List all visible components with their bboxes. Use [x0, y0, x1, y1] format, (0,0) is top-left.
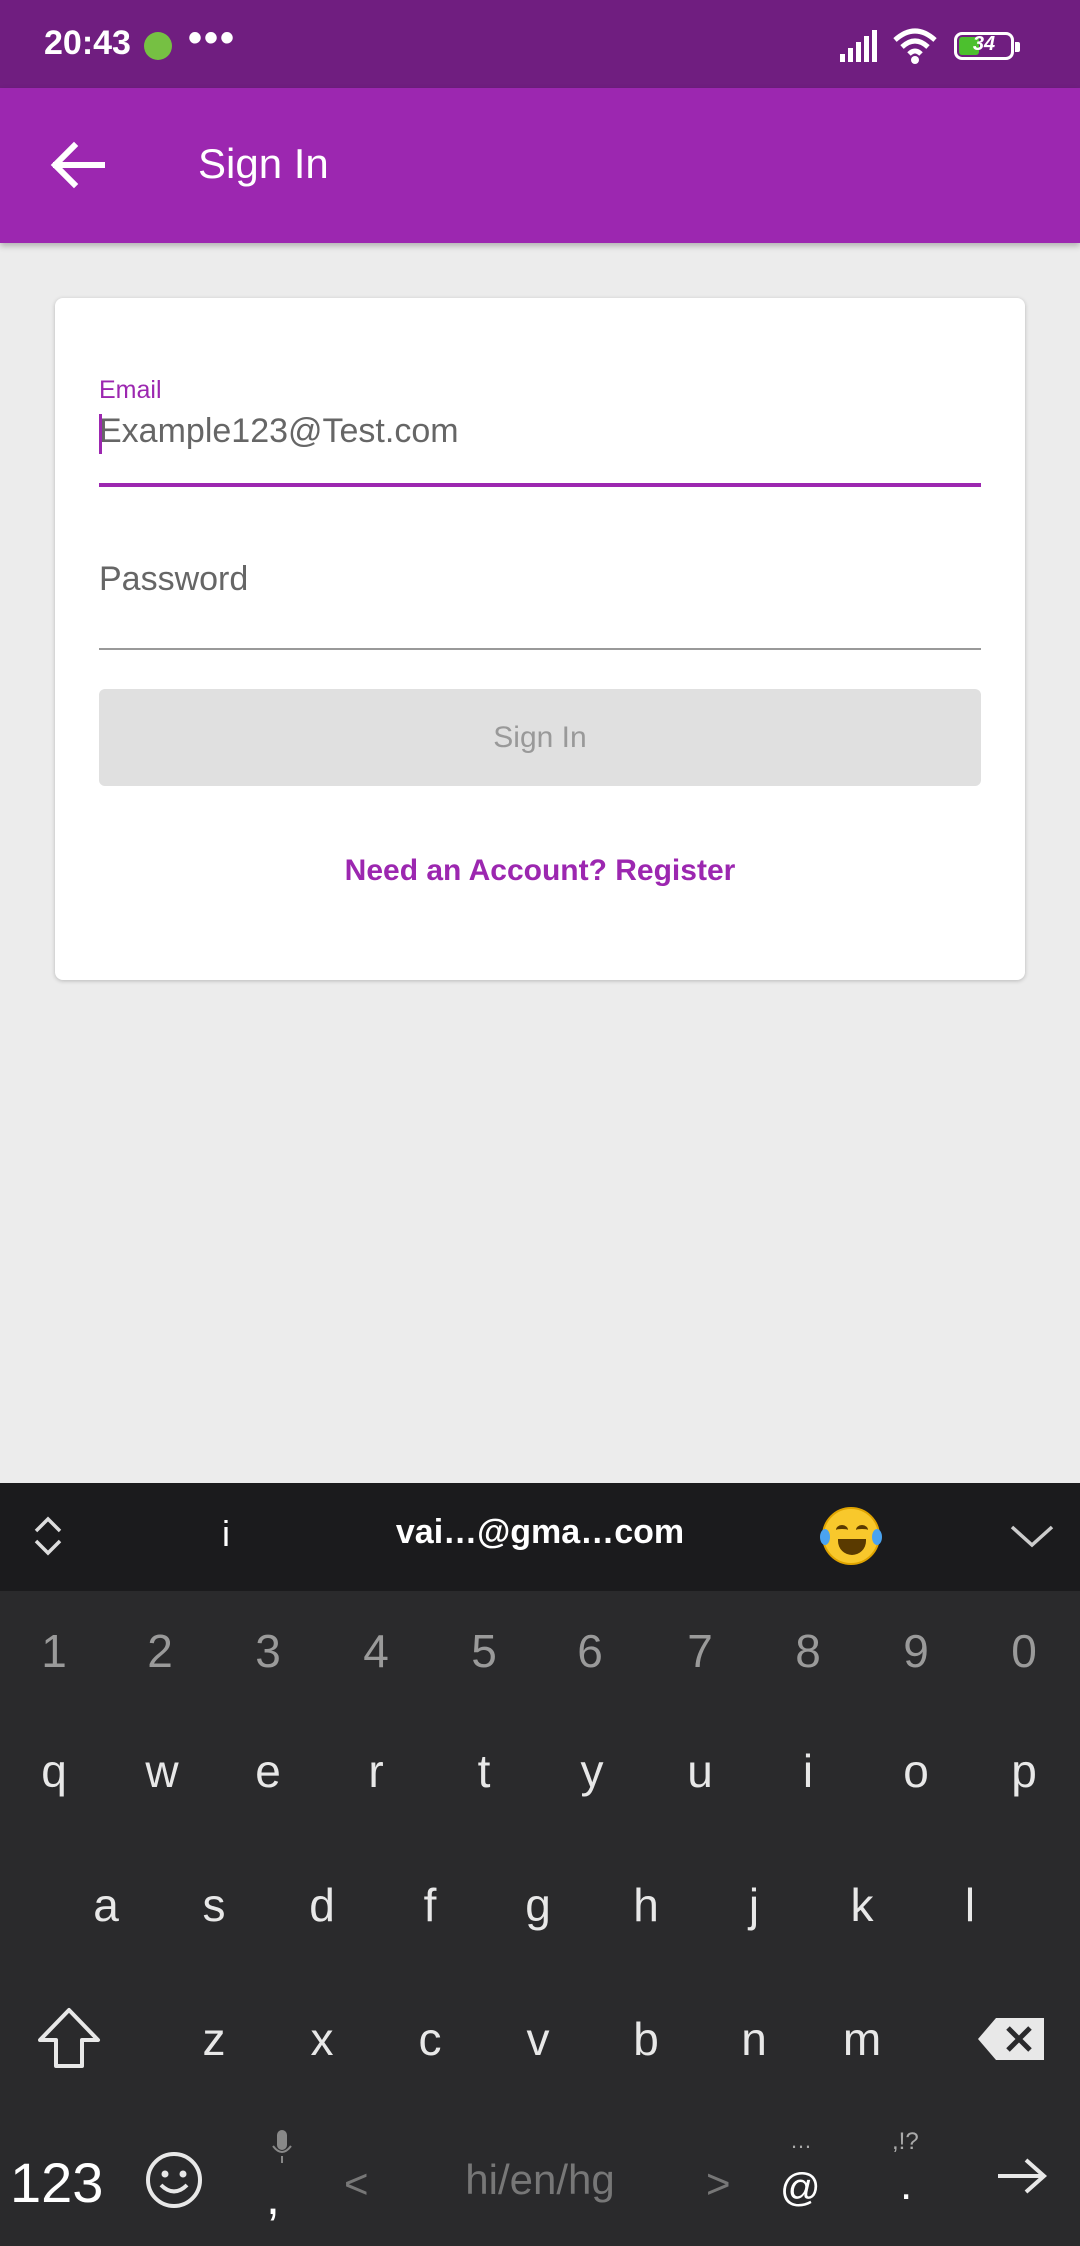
cell-signal-icon: [840, 30, 877, 62]
key-6[interactable]: 6: [540, 1624, 640, 1678]
key-4[interactable]: 4: [326, 1624, 426, 1678]
space-bar[interactable]: hi/en/hg: [0, 2156, 1080, 2204]
language-next-key[interactable]: >: [706, 2160, 731, 2208]
enter-arrow-icon[interactable]: [994, 2156, 1050, 2196]
key-l[interactable]: l: [920, 1878, 1020, 1932]
key-z[interactable]: z: [164, 2012, 264, 2066]
more-notifications-icon: •••: [188, 16, 237, 60]
android-notification-icon: [144, 32, 172, 60]
back-arrow-icon[interactable]: [44, 132, 110, 198]
key-p[interactable]: p: [974, 1744, 1074, 1798]
text-cursor: [99, 414, 102, 454]
key-o[interactable]: o: [866, 1744, 966, 1798]
key-2[interactable]: 2: [110, 1624, 210, 1678]
key-a[interactable]: a: [56, 1878, 156, 1932]
key-k[interactable]: k: [812, 1878, 912, 1932]
password-underline: [99, 648, 981, 650]
key-8[interactable]: 8: [758, 1624, 858, 1678]
status-bar: 20:43 ••• 34: [0, 0, 1080, 88]
key-b[interactable]: b: [596, 2012, 696, 2066]
laughing-emoji-icon[interactable]: [820, 1507, 882, 1565]
key-m[interactable]: m: [812, 2012, 912, 2066]
key-u[interactable]: u: [650, 1744, 750, 1798]
key-c[interactable]: c: [380, 2012, 480, 2066]
key-n[interactable]: n: [704, 2012, 804, 2066]
key-d[interactable]: d: [272, 1878, 372, 1932]
wifi-icon: [893, 28, 937, 64]
key-y[interactable]: y: [542, 1744, 642, 1798]
key-g[interactable]: g: [488, 1878, 588, 1932]
key-v[interactable]: v: [488, 2012, 588, 2066]
email-field[interactable]: Example123@Test.com: [99, 412, 459, 451]
suggestion-bar: i vai…@gma…com: [0, 1483, 1080, 1591]
key-q[interactable]: q: [4, 1744, 104, 1798]
register-link[interactable]: Need an Account? Register: [55, 854, 1025, 888]
key-r[interactable]: r: [326, 1744, 426, 1798]
email-underline: [99, 483, 981, 487]
battery-icon: 34: [954, 32, 1020, 60]
key-w[interactable]: w: [112, 1744, 212, 1798]
email-label: Email: [99, 376, 162, 404]
key-3[interactable]: 3: [218, 1624, 318, 1678]
key-t[interactable]: t: [434, 1744, 534, 1798]
app-bar: Sign In: [0, 88, 1080, 243]
key-7[interactable]: 7: [650, 1624, 750, 1678]
status-time: 20:43: [44, 24, 131, 62]
period-key[interactable]: .: [900, 2160, 912, 2210]
key-h[interactable]: h: [596, 1878, 696, 1932]
suggestion-2[interactable]: vai…@gma…com: [0, 1513, 1080, 1552]
key-x[interactable]: x: [272, 2012, 372, 2066]
password-field[interactable]: Password: [99, 560, 248, 599]
key-f[interactable]: f: [380, 1878, 480, 1932]
chevron-down-icon[interactable]: [1008, 1519, 1056, 1551]
key-s[interactable]: s: [164, 1878, 264, 1932]
punctuation-hint: ,!?: [892, 2128, 919, 2155]
key-9[interactable]: 9: [866, 1624, 966, 1678]
backspace-icon[interactable]: [976, 2014, 1048, 2064]
key-j[interactable]: j: [704, 1878, 804, 1932]
page-title: Sign In: [198, 140, 329, 187]
key-e[interactable]: e: [218, 1744, 318, 1798]
key-1[interactable]: 1: [4, 1624, 104, 1678]
shift-icon[interactable]: [34, 2006, 104, 2070]
key-0[interactable]: 0: [974, 1624, 1074, 1678]
signin-card: Email Example123@Test.com Password Sign …: [55, 298, 1025, 980]
key-i[interactable]: i: [758, 1744, 858, 1798]
signin-button[interactable]: Sign In: [99, 689, 981, 786]
key-5[interactable]: 5: [434, 1624, 534, 1678]
at-key[interactable]: @: [780, 2166, 821, 2211]
at-key-hint: …: [790, 2128, 812, 2153]
battery-level: 34: [972, 33, 996, 55]
